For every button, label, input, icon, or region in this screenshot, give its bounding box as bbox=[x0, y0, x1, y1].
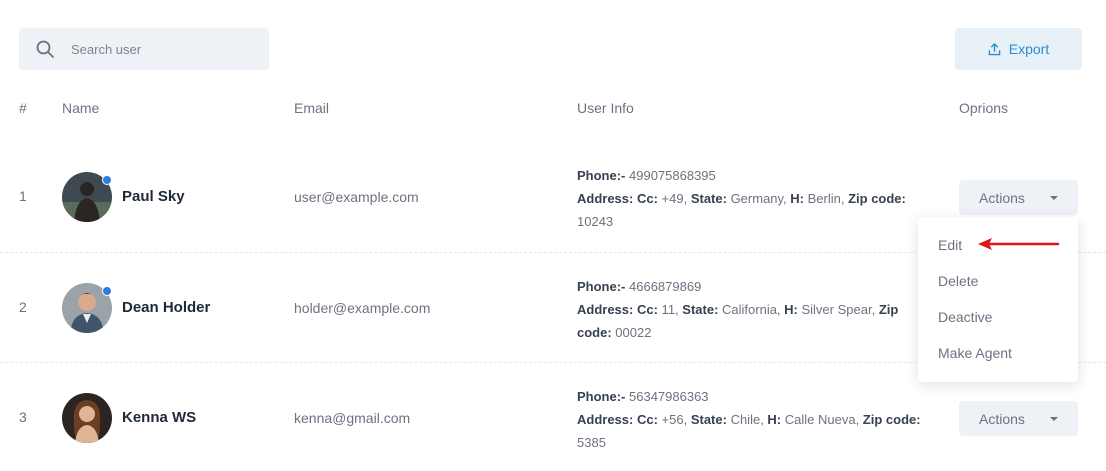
search-box[interactable] bbox=[19, 28, 269, 70]
state-value: Chile, bbox=[726, 412, 768, 427]
actions-dropdown-button[interactable]: Actions bbox=[959, 401, 1078, 436]
header-user-info: User Info bbox=[577, 100, 634, 116]
h-value: Berlin, bbox=[804, 191, 849, 206]
phone-value: 499075868395 bbox=[625, 168, 716, 183]
avatar bbox=[62, 172, 112, 222]
cc-label: Cc: bbox=[636, 191, 658, 206]
state-label: State: bbox=[690, 412, 727, 427]
user-info: Phone:- 499075868395 Address: Cc: +49, S… bbox=[577, 164, 922, 233]
avatar bbox=[62, 393, 112, 443]
phone-label: Phone:- bbox=[577, 279, 626, 294]
user-name: Kenna WS bbox=[122, 409, 197, 426]
state-value: Germany, bbox=[726, 191, 791, 206]
user-name: Paul Sky bbox=[122, 188, 185, 205]
zip-label: Zip code: bbox=[848, 191, 906, 206]
address-line: Address: Cc: +56, State: Chile, H: Calle… bbox=[577, 408, 922, 454]
h-label: H: bbox=[784, 302, 798, 317]
h-label: H: bbox=[767, 412, 782, 427]
zip-label: Zip code: bbox=[862, 412, 921, 427]
menu-item-make-agent[interactable]: Make Agent bbox=[918, 335, 1078, 371]
user-email: kenna@gmail.com bbox=[294, 410, 411, 426]
actions-label: Actions bbox=[979, 189, 1025, 206]
export-label: Export bbox=[1008, 41, 1050, 57]
address-label: Address: bbox=[577, 191, 634, 206]
online-status-dot bbox=[102, 286, 112, 296]
actions-label: Actions bbox=[979, 410, 1025, 427]
menu-item-deactive[interactable]: Deactive bbox=[918, 299, 1078, 335]
header-index: # bbox=[19, 100, 27, 116]
header-options: Oprions bbox=[959, 100, 1009, 116]
cc-label: Cc: bbox=[636, 412, 658, 427]
zip-value: 00022 bbox=[611, 325, 652, 340]
state-label: State: bbox=[690, 191, 727, 206]
online-status-dot bbox=[102, 175, 112, 185]
cc-value: +56, bbox=[657, 412, 691, 427]
actions-dropdown-button[interactable]: Actions bbox=[959, 180, 1078, 215]
row-index: 1 bbox=[19, 188, 27, 204]
state-label: State: bbox=[682, 302, 719, 317]
menu-item-delete[interactable]: Delete bbox=[918, 263, 1078, 299]
phone-label: Phone:- bbox=[577, 389, 626, 404]
zip-value: 5385 bbox=[577, 435, 606, 450]
phone-line: Phone:- 499075868395 bbox=[577, 164, 922, 187]
address-line: Address: Cc: 11, State: California, H: S… bbox=[577, 298, 922, 344]
h-label: H: bbox=[790, 191, 805, 206]
cc-value: +49, bbox=[657, 191, 691, 206]
user-name: Dean Holder bbox=[122, 299, 211, 316]
phone-label: Phone:- bbox=[577, 168, 626, 183]
table-header: # Name Email User Info Oprions bbox=[0, 100, 1106, 120]
cc-label: Cc: bbox=[636, 302, 658, 317]
phone-line: Phone:- 56347986363 bbox=[577, 385, 922, 408]
address-label: Address: bbox=[577, 302, 634, 317]
export-button[interactable]: Export bbox=[955, 28, 1082, 70]
address-label: Address: bbox=[577, 412, 634, 427]
search-input[interactable] bbox=[71, 28, 261, 70]
row-index: 3 bbox=[19, 409, 27, 425]
user-email: holder@example.com bbox=[294, 300, 431, 316]
row-index: 2 bbox=[19, 299, 27, 315]
annotation-arrow-icon bbox=[978, 238, 1060, 250]
header-name: Name bbox=[62, 100, 100, 116]
avatar bbox=[62, 283, 112, 333]
state-value: California, bbox=[718, 302, 785, 317]
caret-down-icon bbox=[1050, 196, 1058, 200]
caret-down-icon bbox=[1050, 417, 1058, 421]
h-value: Calle Nueva, bbox=[781, 412, 863, 427]
cc-value: 11, bbox=[657, 302, 683, 317]
phone-value: 4666879869 bbox=[625, 279, 702, 294]
avatar-image bbox=[62, 393, 112, 443]
search-icon bbox=[36, 40, 54, 58]
upload-icon bbox=[988, 42, 1001, 55]
address-line: Address: Cc: +49, State: Germany, H: Ber… bbox=[577, 187, 922, 233]
user-info: Phone:- 4666879869 Address: Cc: 11, Stat… bbox=[577, 275, 922, 344]
phone-value: 56347986363 bbox=[625, 389, 709, 404]
toolbar: Export bbox=[0, 0, 1106, 90]
user-info: Phone:- 56347986363 Address: Cc: +56, St… bbox=[577, 385, 922, 454]
user-email: user@example.com bbox=[294, 189, 419, 205]
header-email: Email bbox=[294, 100, 330, 116]
h-value: Silver Spear, bbox=[797, 302, 879, 317]
zip-value: 10243 bbox=[577, 214, 614, 229]
phone-line: Phone:- 4666879869 bbox=[577, 275, 922, 298]
